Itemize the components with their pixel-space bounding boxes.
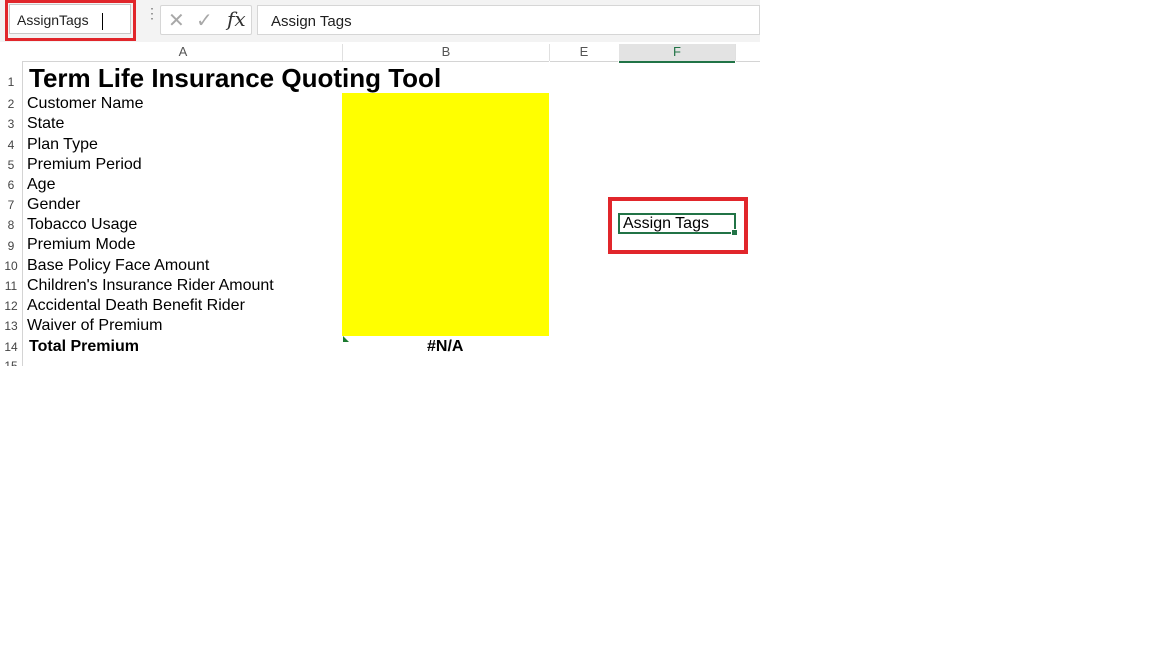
sheet-title[interactable]: Term Life Insurance Quoting Tool [29, 63, 441, 94]
column-header-f[interactable]: F [619, 44, 735, 63]
column-label: B [441, 44, 451, 59]
column-header-a[interactable]: A [23, 44, 343, 62]
row-header[interactable]: 9 [0, 239, 22, 253]
column-header-b[interactable]: B [343, 44, 549, 62]
label-cell[interactable]: Gender [27, 196, 80, 214]
row-header[interactable]: 7 [0, 198, 22, 212]
label-cell[interactable]: Premium Mode [27, 236, 135, 254]
label-cell[interactable]: Tobacco Usage [27, 216, 137, 234]
row-header[interactable]: 14 [0, 340, 22, 354]
formula-bar: AssignTags ⋮ ✕ ✓ fx Assign Tags [0, 0, 760, 42]
formula-input-value: Assign Tags [271, 13, 352, 30]
input-cells-range[interactable] [342, 93, 549, 336]
close-icon[interactable]: ✕ [168, 8, 185, 33]
row-header[interactable]: 3 [0, 117, 22, 131]
row-header[interactable]: 8 [0, 218, 22, 232]
label-cell[interactable]: Accidental Death Benefit Rider [27, 297, 245, 315]
label-cell[interactable]: State [27, 115, 64, 133]
row-header[interactable]: 11 [0, 279, 22, 293]
row-header[interactable]: 2 [0, 97, 22, 111]
label-cell[interactable]: Age [27, 176, 55, 194]
name-box-highlight [5, 0, 136, 41]
row-header[interactable]: 13 [0, 319, 22, 333]
label-cell[interactable]: Children's Insurance Rider Amount [27, 277, 274, 295]
formula-input[interactable]: Assign Tags [257, 5, 760, 35]
column-header-e[interactable]: E [550, 44, 618, 62]
column-header-next[interactable] [736, 44, 760, 62]
row-header[interactable]: 1 [0, 75, 22, 89]
formula-controls: ✕ ✓ fx [160, 5, 252, 35]
label-cell[interactable]: Customer Name [27, 95, 143, 113]
row-header-border [22, 61, 23, 366]
label-cell[interactable]: Plan Type [27, 136, 98, 154]
insert-function-icon[interactable]: fx [227, 7, 246, 31]
row-header[interactable]: 12 [0, 299, 22, 313]
error-indicator-icon [343, 336, 349, 342]
check-icon[interactable]: ✓ [196, 8, 213, 33]
total-premium-label[interactable]: Total Premium [29, 338, 139, 356]
column-label: E [579, 44, 589, 59]
column-label: F [673, 44, 681, 59]
selected-cell-highlight [608, 197, 748, 254]
row-header[interactable]: 15 [0, 359, 22, 366]
row-header[interactable]: 6 [0, 178, 22, 192]
label-cell[interactable]: Premium Period [27, 156, 142, 174]
total-premium-value[interactable]: #N/A [427, 338, 463, 356]
row-header[interactable]: 10 [0, 259, 22, 273]
label-cell[interactable]: Waiver of Premium [27, 317, 162, 335]
more-options-icon[interactable]: ⋮ [145, 6, 159, 20]
row-header[interactable]: 5 [0, 158, 22, 172]
label-cell[interactable]: Base Policy Face Amount [27, 257, 209, 275]
row-header[interactable]: 4 [0, 138, 22, 152]
column-label: A [178, 44, 188, 59]
